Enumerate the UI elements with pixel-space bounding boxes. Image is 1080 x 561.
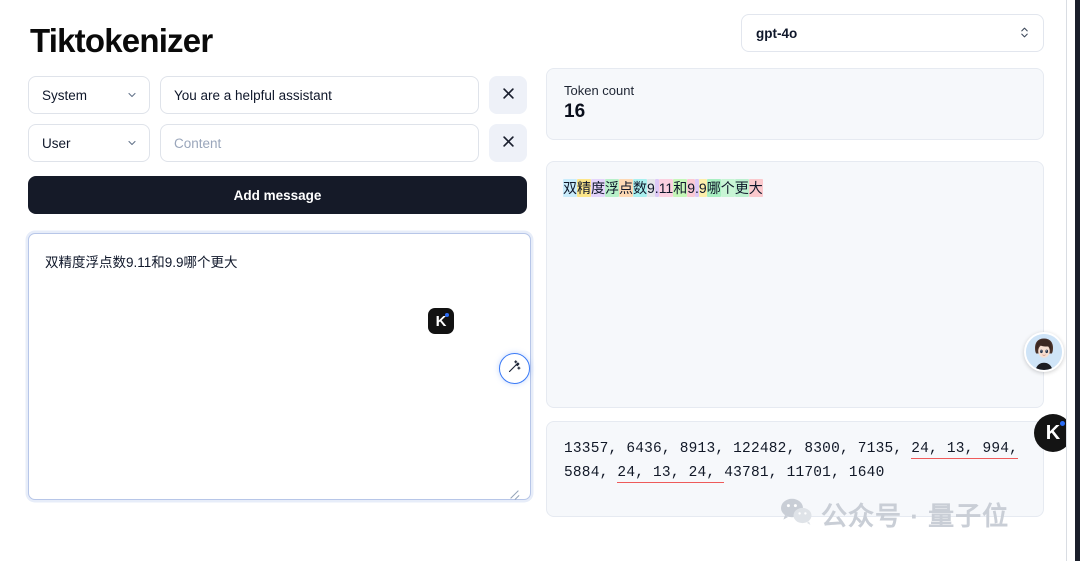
token-chip: 9: [698, 179, 707, 197]
message-row-user: User: [28, 124, 527, 162]
token-ids-card: 13357, 6436, 8913, 122482, 8300, 7135, 2…: [546, 421, 1044, 517]
token-id: 1640: [848, 464, 885, 481]
right-panel: gpt-4o Token count 16 双精度浮点数9.11和9.9哪个更大…: [541, 0, 1080, 561]
token-chip: 9: [647, 179, 655, 197]
role-select-user-label: User: [42, 135, 71, 151]
close-icon: [501, 134, 516, 152]
token-chip: 和: [673, 179, 688, 197]
token-chip: 大: [748, 179, 763, 197]
add-message-button[interactable]: Add message: [28, 176, 527, 214]
content-input-user[interactable]: [160, 124, 479, 162]
model-select-value: gpt-4o: [756, 25, 798, 41]
close-icon: [501, 86, 516, 104]
page-title: Tiktokenizer: [30, 22, 213, 59]
avatar-illustration-icon: [1026, 334, 1062, 370]
remove-message-button-system[interactable]: [489, 76, 527, 114]
token-count-card: Token count 16: [546, 68, 1044, 140]
model-select[interactable]: gpt-4o: [741, 14, 1044, 52]
browser-edge-strip: [1066, 0, 1080, 561]
token-id: 43781,: [724, 464, 787, 481]
magic-wand-icon: [507, 359, 522, 379]
token-id: 24, 13,: [911, 441, 983, 459]
role-select-system-label: System: [42, 87, 88, 103]
content-input-system[interactable]: [160, 76, 479, 114]
token-chip: 个: [720, 179, 735, 197]
token-count-label: Token count: [564, 83, 635, 98]
token-id: 11701,: [786, 464, 849, 481]
token-chip: 双: [563, 179, 577, 197]
token-chip: 哪: [706, 179, 721, 197]
remove-message-button-user[interactable]: [489, 124, 527, 162]
app-root: Tiktokenizer System User: [0, 0, 1080, 561]
token-chip: 浮: [605, 179, 619, 197]
token-ids-text: 13357, 6436, 8913, 122482, 8300, 7135, 2…: [564, 438, 1026, 486]
prompt-editor-wrap: K: [28, 233, 531, 505]
token-chip: 9: [687, 179, 696, 197]
token-id: 13357,: [564, 441, 627, 457]
token-chip: 数: [633, 179, 647, 197]
role-select-user[interactable]: User: [28, 124, 150, 162]
chevron-down-icon: [126, 89, 138, 101]
tokenized-text: 双精度浮点数9.11和9.9哪个更大: [563, 178, 1027, 198]
token-chip: 精: [577, 179, 591, 197]
chevron-up-down-icon: [1018, 25, 1031, 42]
token-count-value: 16: [564, 101, 586, 122]
token-id: 6436,: [626, 441, 680, 457]
token-chip: 更: [734, 179, 749, 197]
kimi-badge-round-label: K: [1045, 421, 1061, 444]
token-id: 994,: [982, 441, 1019, 459]
chevron-down-icon: [126, 137, 138, 149]
token-id: 8913,: [679, 441, 734, 457]
notification-dot-icon: [1060, 421, 1065, 426]
token-chip: 度: [591, 179, 605, 197]
token-id: 5884,: [564, 464, 618, 481]
token-id: 122482,: [733, 441, 805, 457]
token-id: 7135,: [857, 441, 912, 457]
prompt-textarea[interactable]: [28, 233, 531, 500]
left-panel: Tiktokenizer System User: [0, 0, 541, 561]
token-chip: 点: [619, 179, 633, 197]
kimi-badge-square[interactable]: K: [428, 308, 454, 334]
token-id: 8300,: [804, 441, 858, 457]
notification-dot-icon: [445, 313, 449, 317]
magic-wand-button[interactable]: [499, 353, 530, 384]
role-select-system[interactable]: System: [28, 76, 150, 114]
tokenized-text-card: 双精度浮点数9.11和9.9哪个更大: [546, 161, 1044, 408]
token-chip: 11: [658, 179, 674, 197]
message-row-system: System: [28, 76, 527, 114]
token-id: 24, 13, 24,: [617, 464, 725, 483]
user-avatar[interactable]: [1024, 332, 1064, 372]
